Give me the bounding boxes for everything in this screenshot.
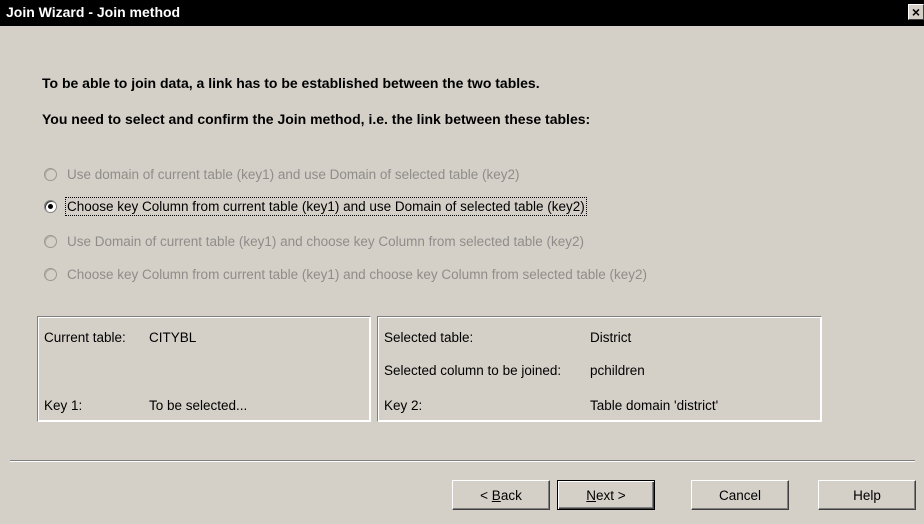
back-button[interactable]: < Back bbox=[452, 480, 550, 510]
intro-text-1: To be able to join data, a link has to b… bbox=[42, 75, 540, 91]
option-label: Use domain of current table (key1) and u… bbox=[67, 166, 520, 182]
option-label: Choose key Column from current table (ke… bbox=[67, 266, 648, 282]
close-icon[interactable]: × bbox=[908, 4, 924, 20]
option-label: Choose key Column from current table (ke… bbox=[65, 196, 587, 216]
key2-value: Table domain 'district' bbox=[590, 398, 719, 413]
current-table-label: Current table: bbox=[44, 330, 126, 345]
title-bar[interactable]: Join Wizard - Join method × bbox=[0, 0, 924, 26]
option-column-column[interactable]: Choose key Column from current table (ke… bbox=[44, 264, 647, 284]
key1-value: To be selected... bbox=[149, 398, 248, 413]
radio-button-icon[interactable] bbox=[44, 234, 57, 248]
key1-label: Key 1: bbox=[44, 398, 83, 413]
selected-column-value: pchildren bbox=[590, 363, 645, 378]
selected-column-label: Selected column to be joined: bbox=[384, 363, 562, 378]
option-label: Use Domain of current table (key1) and c… bbox=[67, 233, 584, 249]
current-table-value: CITYBL bbox=[149, 330, 197, 345]
intro-text-2: You need to select and confirm the Join … bbox=[42, 111, 591, 127]
option-domain-column[interactable]: Use Domain of current table (key1) and c… bbox=[44, 231, 584, 251]
cancel-button[interactable]: Cancel bbox=[691, 480, 789, 510]
option-column-domain[interactable]: Choose key Column from current table (ke… bbox=[44, 196, 587, 216]
next-button[interactable]: Next > bbox=[557, 480, 655, 510]
option-domain-domain[interactable]: Use domain of current table (key1) and u… bbox=[44, 164, 519, 184]
window-title: Join Wizard - Join method bbox=[6, 4, 181, 20]
key2-label: Key 2: bbox=[384, 398, 423, 413]
current-table-panel: Current table: CITYBL Key 1: To be selec… bbox=[37, 316, 371, 422]
selected-table-label: Selected table: bbox=[384, 330, 474, 345]
help-button[interactable]: Help bbox=[818, 480, 916, 510]
radio-button-selected-icon[interactable] bbox=[44, 199, 57, 213]
back-rest: ack bbox=[500, 487, 522, 503]
separator bbox=[10, 460, 915, 462]
radio-button-icon[interactable] bbox=[44, 267, 57, 281]
back-prefix: < bbox=[480, 487, 492, 503]
next-rest: ext > bbox=[596, 487, 626, 503]
next-mnemonic: N bbox=[586, 487, 597, 503]
radio-button-icon[interactable] bbox=[44, 167, 57, 181]
selected-table-panel: Selected table: District Selected column… bbox=[377, 316, 822, 422]
join-wizard-dialog: Join Wizard - Join method × To be able t… bbox=[0, 0, 924, 524]
back-mnemonic: B bbox=[491, 487, 501, 503]
selected-table-value: District bbox=[590, 330, 632, 345]
radio-dot-icon bbox=[48, 203, 53, 209]
